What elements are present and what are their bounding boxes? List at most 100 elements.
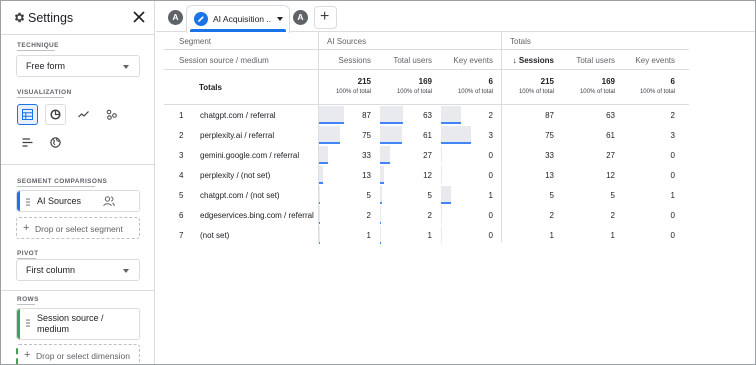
close-icon[interactable] (132, 10, 146, 24)
totals-ai-sessions: 215 (357, 77, 371, 86)
totals-sessions-cell: 2 (549, 211, 554, 220)
drag-handle-icon[interactable] (26, 319, 30, 327)
users-icon (103, 196, 115, 207)
users-cell: 5 (427, 191, 432, 200)
ai-sources-header: AI Sources (327, 37, 367, 46)
totals-ai-users: 169 (418, 77, 432, 86)
line-viz-button[interactable] (73, 104, 94, 125)
pct-of-total: 100% of total (639, 89, 675, 95)
sessions-cell: 87 (362, 111, 371, 120)
line-chart-icon (78, 111, 89, 118)
donut-viz-button[interactable] (45, 104, 66, 125)
totals-sessions-cell: 87 (545, 111, 554, 120)
pivot-value: First column (26, 265, 76, 275)
dimension-header[interactable]: Session source / medium (179, 56, 269, 65)
bar-indicator (319, 242, 320, 244)
key-events-header[interactable]: Key events (440, 56, 493, 65)
row-number: 3 (179, 151, 184, 160)
table-row[interactable]: 87 63 2 1 chatgpt.com / referral 87 63 2 (164, 105, 689, 125)
geo-map-icon (50, 137, 61, 148)
key-events-totals-header[interactable]: Key events (622, 56, 675, 65)
sessions-cell: 33 (362, 151, 371, 160)
sessions-cell: 75 (362, 131, 371, 140)
row-dimension-value[interactable]: perplexity / (not set) (200, 171, 270, 180)
technique-select[interactable]: Free form (16, 55, 140, 77)
table-viz-button[interactable] (17, 104, 38, 125)
totals-sessions-cell: 33 (545, 151, 554, 160)
row-dimension-chip[interactable]: Session source / medium (16, 308, 140, 340)
row-number: 1 (179, 111, 184, 120)
totals-key-events-cell: 3 (670, 131, 675, 140)
pivot-select[interactable]: First column (16, 259, 140, 281)
table-row[interactable]: 33 27 0 3 gemini.google.com / referral 33 27 0 (164, 145, 689, 165)
drag-handle-icon[interactable] (26, 198, 30, 206)
edit-icon[interactable] (194, 12, 208, 26)
table-row[interactable]: 75 61 3 2 perplexity.ai / referral 75 61 3 (164, 125, 689, 145)
segment-comparisons-label: SEGMENT COMPARISONS (17, 178, 108, 187)
users-cell: 61 (423, 131, 432, 140)
drop-dimension-target[interactable]: + Drop or select dimension (16, 344, 140, 364)
free-form-table: Segment AI Sources Totals Session source… (164, 32, 689, 245)
avatar[interactable]: A (168, 10, 183, 25)
totals-users-cell: 27 (606, 151, 615, 160)
totals-users-cell: 61 (606, 131, 615, 140)
totals-key-events: 6 (670, 77, 675, 86)
totals-sessions-cell: 13 (545, 171, 554, 180)
donut-chart-icon (50, 109, 61, 120)
sessions-header[interactable]: Sessions (319, 56, 371, 65)
tab-label: AI Acquisition .. (213, 14, 272, 24)
table-row[interactable]: 2 2 0 6 edgeservices.bing.com / referral 2 2 0 (164, 205, 689, 225)
total-users-totals-header[interactable]: Total users (562, 56, 615, 65)
pct-of-total: 100% of total (457, 89, 493, 95)
row-dimension-value[interactable]: chatgpt.com / referral (200, 111, 276, 120)
scatter-viz-button[interactable] (101, 104, 122, 125)
row-number: 5 (179, 191, 184, 200)
totals-sessions: 215 (540, 77, 554, 86)
settings-panel: Settings TECHNIQUE Free form VISUALIZATI… (1, 1, 155, 364)
add-tab-button[interactable]: + (314, 6, 337, 29)
avatar[interactable]: A (293, 10, 308, 25)
users-cell: 12 (423, 171, 432, 180)
table-row[interactable]: 5 5 1 5 chatgpt.com / (not set) 5 5 1 (164, 185, 689, 205)
row-dimension-value[interactable]: edgeservices.bing.com / referral (200, 211, 314, 220)
technique-label: TECHNIQUE (17, 42, 59, 51)
gear-icon (14, 12, 25, 23)
pct-of-total: 100% of total (396, 89, 432, 95)
table-row[interactable]: 1 1 0 7 (not set) 1 1 0 (164, 225, 689, 245)
table-row[interactable]: 13 12 0 4 perplexity / (not set) 13 12 0 (164, 165, 689, 185)
drop-segment-label: Drop or select segment (35, 224, 123, 234)
geo-viz-button[interactable] (45, 132, 66, 153)
bar-indicator (380, 222, 381, 224)
scatter-plot-icon (106, 109, 117, 120)
bar-indicator (441, 202, 451, 204)
row-dimension-value[interactable]: perplexity.ai / referral (200, 131, 274, 140)
key-events-cell: 1 (488, 191, 493, 200)
row-dimension-value[interactable]: chatgpt.com / (not set) (200, 191, 280, 200)
row-dimension-label-line2: medium (37, 324, 70, 334)
row-dimension-value[interactable]: (not set) (200, 231, 229, 240)
drop-segment-target[interactable]: + Drop or select segment (16, 217, 140, 239)
segment-chip-ai-sources[interactable]: AI Sources (16, 190, 140, 212)
totals-key-events-cell: 0 (670, 151, 675, 160)
bar-viz-button[interactable] (17, 132, 38, 153)
bar-indicator (380, 122, 403, 124)
bar-indicator (319, 162, 328, 164)
row-number: 7 (179, 231, 184, 240)
sessions-cell: 1 (366, 231, 371, 240)
row-dimension-value[interactable]: gemini.google.com / referral (200, 151, 299, 160)
segment-header: Segment (179, 37, 212, 46)
caret-down-icon[interactable] (277, 17, 283, 21)
tab-bar: A AI Acquisition .. A + (156, 1, 755, 33)
total-users-header[interactable]: Total users (379, 56, 432, 65)
sessions-cell: 2 (366, 211, 371, 220)
bar-indicator (380, 162, 390, 164)
totals-users-cell: 1 (610, 231, 615, 240)
sessions-sort-header[interactable]: ↓ Sessions (502, 56, 554, 65)
plus-icon: + (23, 222, 30, 234)
totals-users-cell: 12 (606, 171, 615, 180)
bar-indicator (441, 142, 471, 144)
key-events-cell: 0 (488, 231, 493, 240)
bar-indicator (380, 202, 382, 204)
key-events-cell: 0 (488, 171, 493, 180)
tab-ai-acquisition[interactable]: AI Acquisition .. (186, 5, 290, 33)
